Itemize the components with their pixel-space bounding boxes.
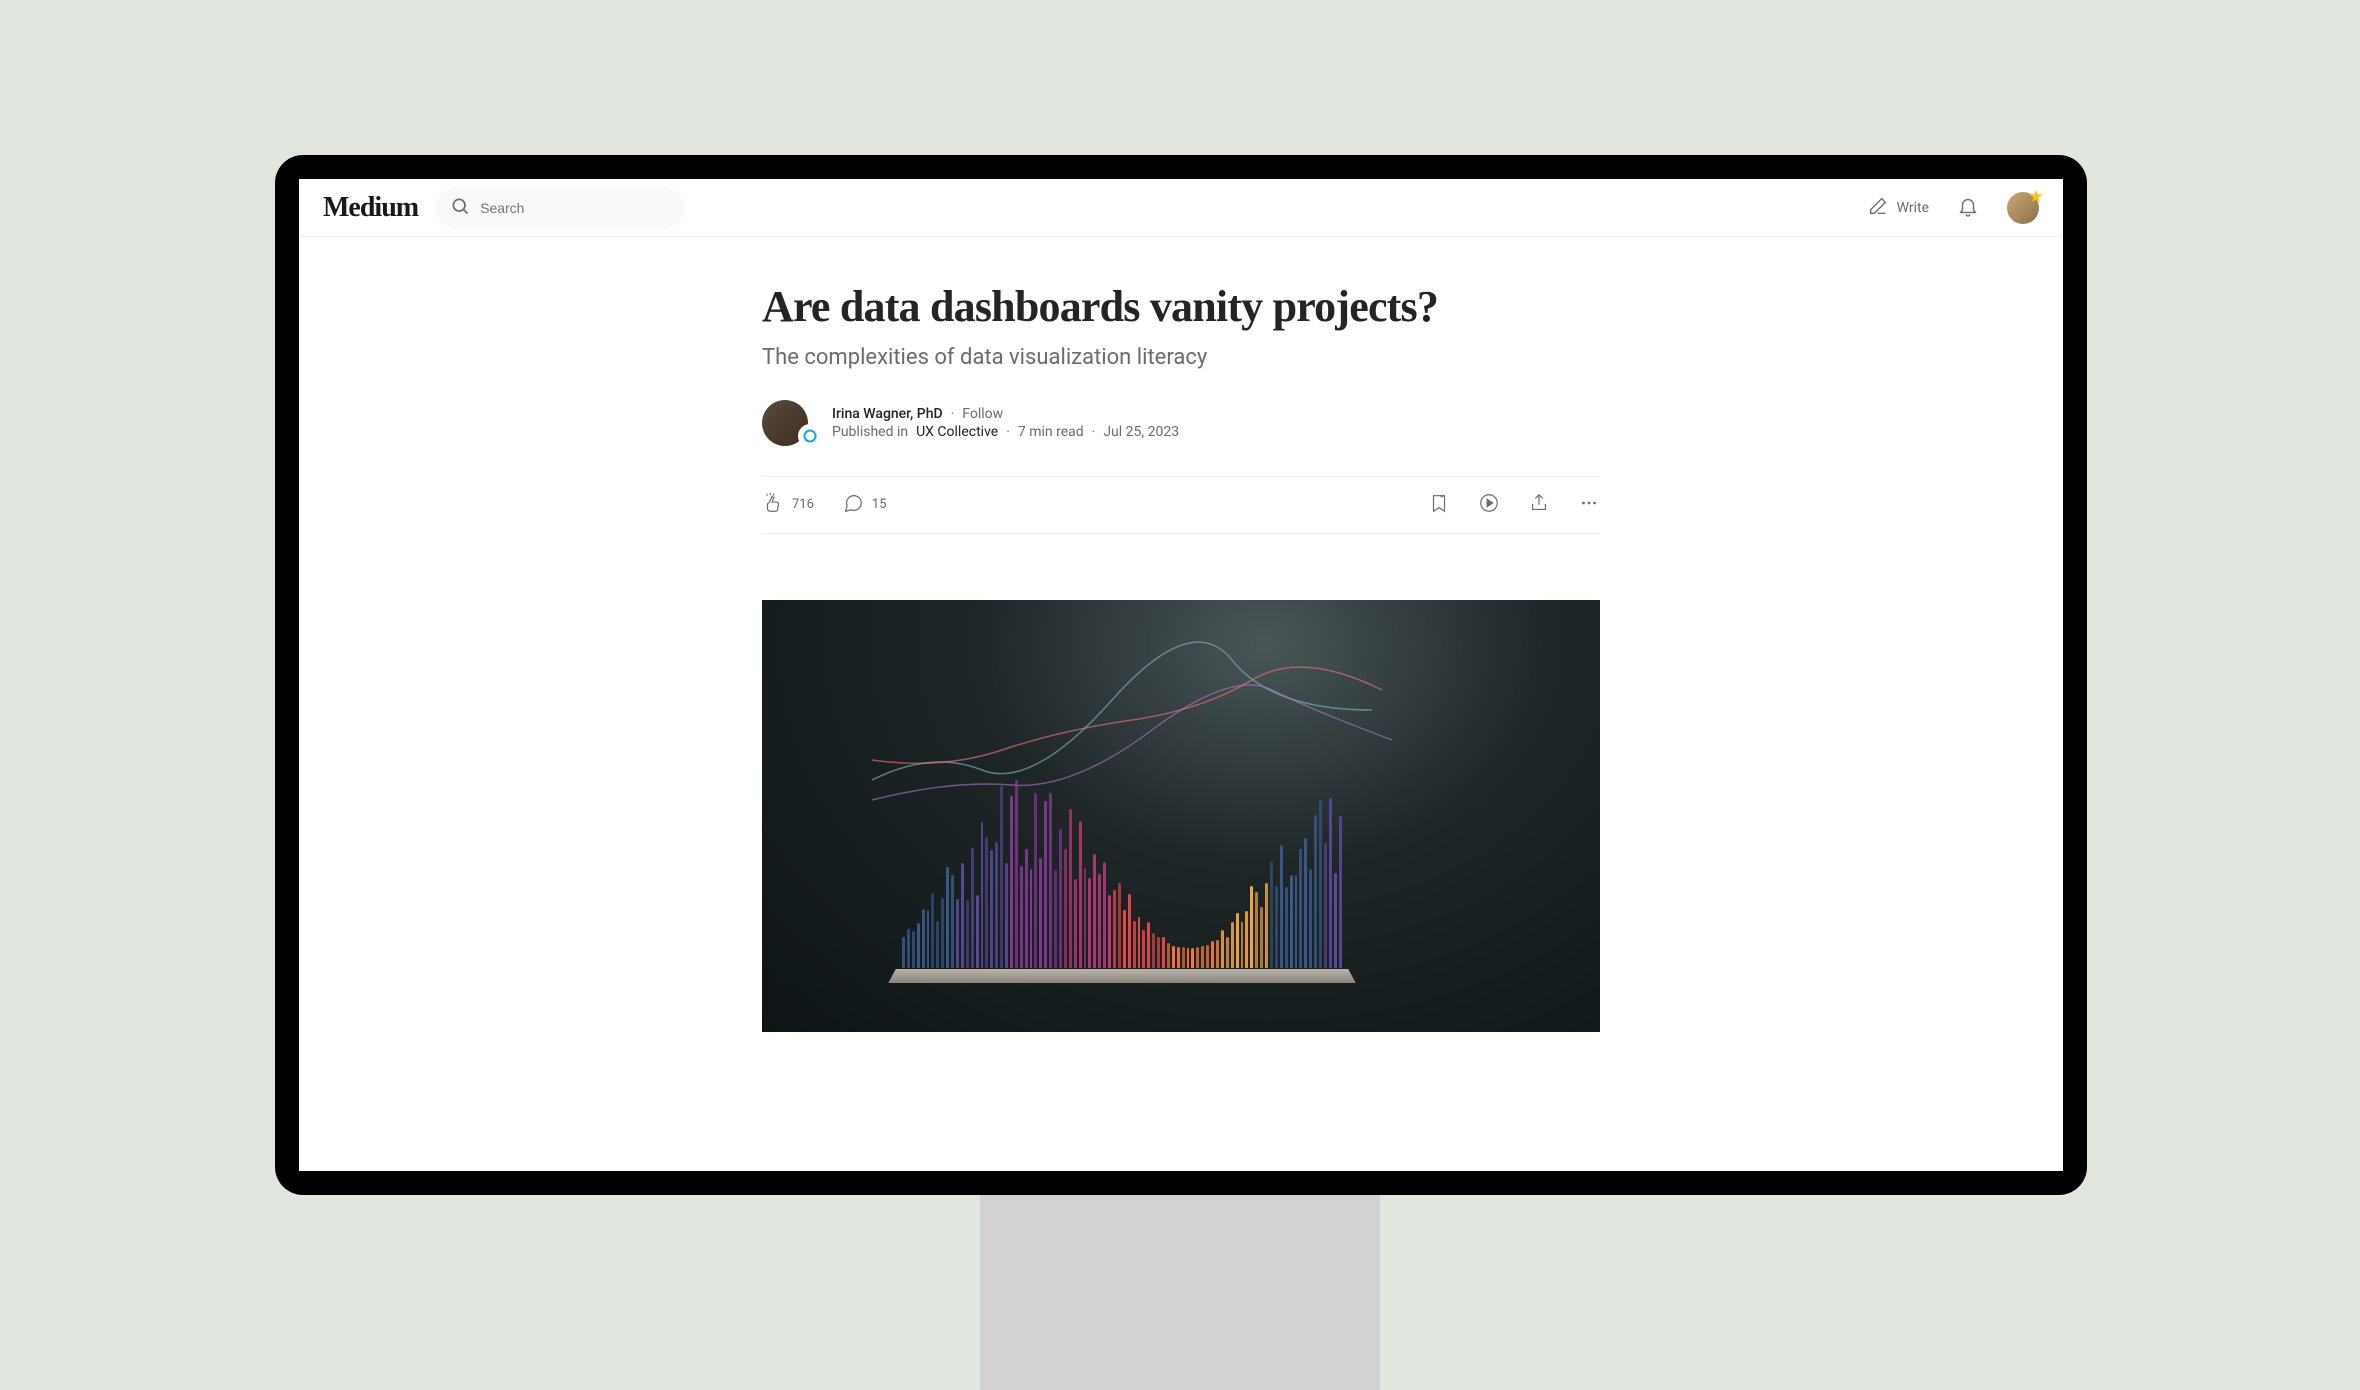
header-actions: Write — [1867, 192, 2039, 224]
write-button[interactable]: Write — [1867, 195, 1929, 221]
comment-icon — [842, 492, 864, 518]
notifications-button[interactable] — [1957, 195, 1979, 221]
monitor-bezel: Medium Write — [275, 155, 2087, 1195]
screen: Medium Write — [299, 179, 2063, 1171]
write-label: Write — [1897, 200, 1929, 216]
follow-button[interactable]: Follow — [962, 406, 1003, 422]
publication-avatar[interactable] — [798, 424, 822, 448]
share-icon — [1528, 492, 1550, 518]
action-bar: 716 15 — [762, 476, 1600, 534]
author-name[interactable]: Irina Wagner, PhD — [832, 406, 943, 422]
write-icon — [1867, 195, 1889, 221]
hero-platform — [888, 969, 1356, 983]
article-hero-image — [762, 600, 1600, 1032]
article-title: Are data dashboards vanity projects? — [762, 281, 1600, 333]
search-input[interactable] — [480, 200, 670, 216]
search-icon — [450, 196, 470, 220]
search-box[interactable] — [436, 188, 684, 228]
published-in-prefix: Published in — [832, 424, 908, 440]
separator-dot: · — [951, 406, 955, 422]
user-avatar[interactable] — [2007, 192, 2039, 224]
publish-date: Jul 25, 2023 — [1103, 424, 1179, 440]
byline: Irina Wagner, PhD · Follow Published in … — [762, 400, 1600, 446]
bookmark-icon — [1428, 492, 1450, 518]
article: Are data dashboards vanity projects? The… — [762, 237, 1600, 1171]
site-header: Medium Write — [299, 179, 2063, 237]
more-button[interactable] — [1578, 492, 1600, 518]
clap-icon — [762, 492, 784, 518]
clap-button[interactable]: 716 — [762, 492, 814, 518]
share-button[interactable] — [1528, 492, 1550, 518]
separator-dot: · — [1006, 424, 1010, 440]
separator-dot: · — [1092, 424, 1096, 440]
medium-logo[interactable]: Medium — [323, 192, 418, 224]
bookmark-button[interactable] — [1428, 492, 1450, 518]
responses-button[interactable]: 15 — [842, 492, 887, 518]
monitor-stand — [980, 1190, 1380, 1390]
content-area: Are data dashboards vanity projects? The… — [299, 237, 2063, 1171]
play-icon — [1478, 492, 1500, 518]
byline-avatars[interactable] — [762, 400, 818, 446]
more-icon — [1578, 492, 1600, 518]
hero-bars — [902, 728, 1342, 968]
article-subtitle: The complexities of data visualization l… — [762, 345, 1600, 370]
clap-count: 716 — [792, 497, 814, 512]
read-time: 7 min read — [1018, 424, 1084, 440]
responses-count: 15 — [872, 497, 887, 512]
listen-button[interactable] — [1478, 492, 1500, 518]
bell-icon — [1957, 202, 1979, 221]
publication-name[interactable]: UX Collective — [916, 424, 998, 440]
